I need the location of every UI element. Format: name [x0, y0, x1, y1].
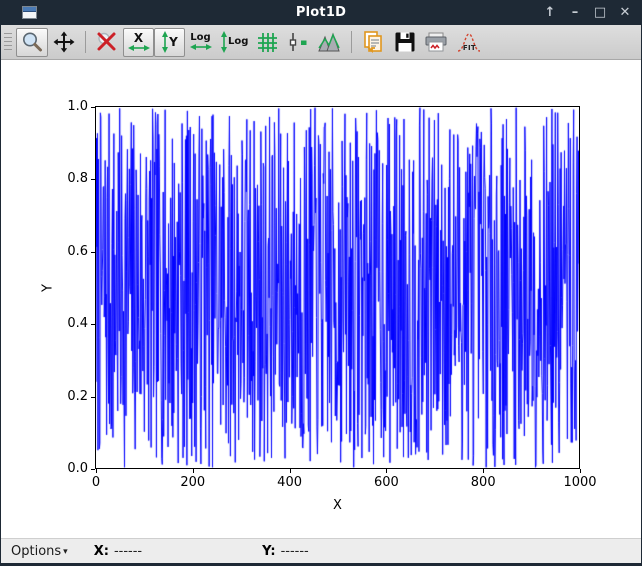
x-axis-label: X [96, 498, 579, 513]
y-tick-mark [91, 397, 95, 398]
toolbar-grip-handle[interactable] [4, 33, 12, 51]
figure-canvas: X Y 0 200 400 600 800 1000 0.0 0.2 0.4 0.6 0.8 1.0 [1, 60, 641, 538]
y-tick-label: 0.4 [50, 316, 88, 331]
y-axis-label: Y [40, 284, 55, 292]
plot1d-window: Plot1D ↑ – □ ✕ [0, 0, 642, 566]
x-tick-label: 400 [277, 475, 302, 490]
markers-icon [288, 32, 310, 52]
magnifier-icon [20, 30, 44, 54]
y-tick-mark [91, 107, 95, 108]
zoom-reset-icon [95, 30, 119, 54]
log-x-label: Log [190, 33, 210, 43]
y-tick-label: 0.6 [50, 244, 88, 259]
fit-button[interactable]: FIT [452, 28, 486, 57]
x-coordinate-value: ------ [114, 544, 142, 559]
close-icon[interactable]: ✕ [617, 5, 633, 20]
x-tick-label: 800 [471, 475, 496, 490]
y-tick-label: 1.0 [50, 99, 88, 114]
y-tick-label: 0.2 [50, 389, 88, 404]
x-tick-label: 600 [374, 475, 399, 490]
fit-peak-icon: FIT [456, 31, 482, 53]
toolbar-separator [85, 31, 86, 53]
chevron-down-icon: ▾ [63, 547, 68, 557]
histogram-button[interactable] [314, 28, 346, 57]
zoom-mode-button[interactable] [16, 28, 48, 57]
fit-label: FIT [463, 44, 476, 52]
print-button[interactable] [420, 28, 452, 57]
copy-button[interactable] [357, 28, 389, 57]
y-autoscale-button[interactable]: Y [154, 28, 185, 57]
rollup-icon[interactable]: ↑ [542, 5, 558, 20]
y-tick-mark [91, 469, 95, 470]
statusbar: Options ▾ X: ------ Y: ------ [1, 538, 641, 563]
clear-zoom-button[interactable] [91, 28, 123, 57]
log-y-button[interactable]: Log [216, 28, 252, 57]
printer-icon [424, 31, 448, 53]
floppy-save-icon [394, 31, 416, 53]
x-autoscale-button[interactable]: X [123, 28, 154, 57]
x-tick-mark [386, 469, 387, 473]
pan-arrows-icon [52, 30, 76, 54]
toolbar-separator [351, 31, 352, 53]
y-tick-mark [91, 179, 95, 180]
x-tick-label: 200 [180, 475, 205, 490]
clipboard-copy-icon [361, 30, 385, 54]
histogram-icon [318, 32, 342, 52]
grid-icon [257, 32, 278, 53]
window-icon [22, 6, 37, 19]
pan-mode-button[interactable] [48, 28, 80, 57]
log-y-label: Log [228, 37, 248, 47]
log-x-icon: Log [190, 33, 212, 51]
x-tick-mark [580, 469, 581, 473]
y-tick-mark [91, 252, 95, 253]
plot-axes: X Y 020040060080010000.00.20.40.60.81.0 [95, 106, 580, 469]
x-tick-mark [96, 469, 97, 473]
x-tick-mark [483, 469, 484, 473]
x-tick-mark [193, 469, 194, 473]
options-menu-button[interactable]: Options ▾ [11, 544, 68, 559]
plot-canvas[interactable] [96, 107, 579, 468]
x-tick-label: 1000 [563, 475, 596, 490]
x-autoscale-label: X [134, 32, 143, 44]
markers-button[interactable] [283, 28, 314, 57]
log-y-icon: Log [220, 31, 248, 53]
x-tick-label: 0 [92, 475, 100, 490]
y-coordinate-label: Y: [262, 544, 275, 559]
window-controls: ↑ – □ ✕ [542, 0, 633, 25]
y-autoscale-icon: Y [161, 31, 178, 53]
titlebar[interactable]: Plot1D ↑ – □ ✕ [1, 0, 641, 25]
y-coordinate-value: ------ [281, 544, 309, 559]
minimize-icon[interactable]: – [567, 5, 583, 20]
y-autoscale-label: Y [169, 36, 178, 48]
x-coordinate-label: X: [94, 544, 109, 559]
save-button[interactable] [389, 28, 420, 57]
x-autoscale-icon: X [128, 32, 150, 52]
maximize-icon[interactable]: □ [592, 5, 608, 20]
x-tick-mark [290, 469, 291, 473]
y-tick-label: 0.0 [50, 461, 88, 476]
toolbar: X Y Log [1, 25, 641, 60]
log-x-button[interactable]: Log [185, 28, 216, 57]
y-tick-label: 0.8 [50, 171, 88, 186]
y-tick-mark [91, 324, 95, 325]
grid-button[interactable] [252, 28, 283, 57]
options-label: Options [11, 544, 61, 559]
